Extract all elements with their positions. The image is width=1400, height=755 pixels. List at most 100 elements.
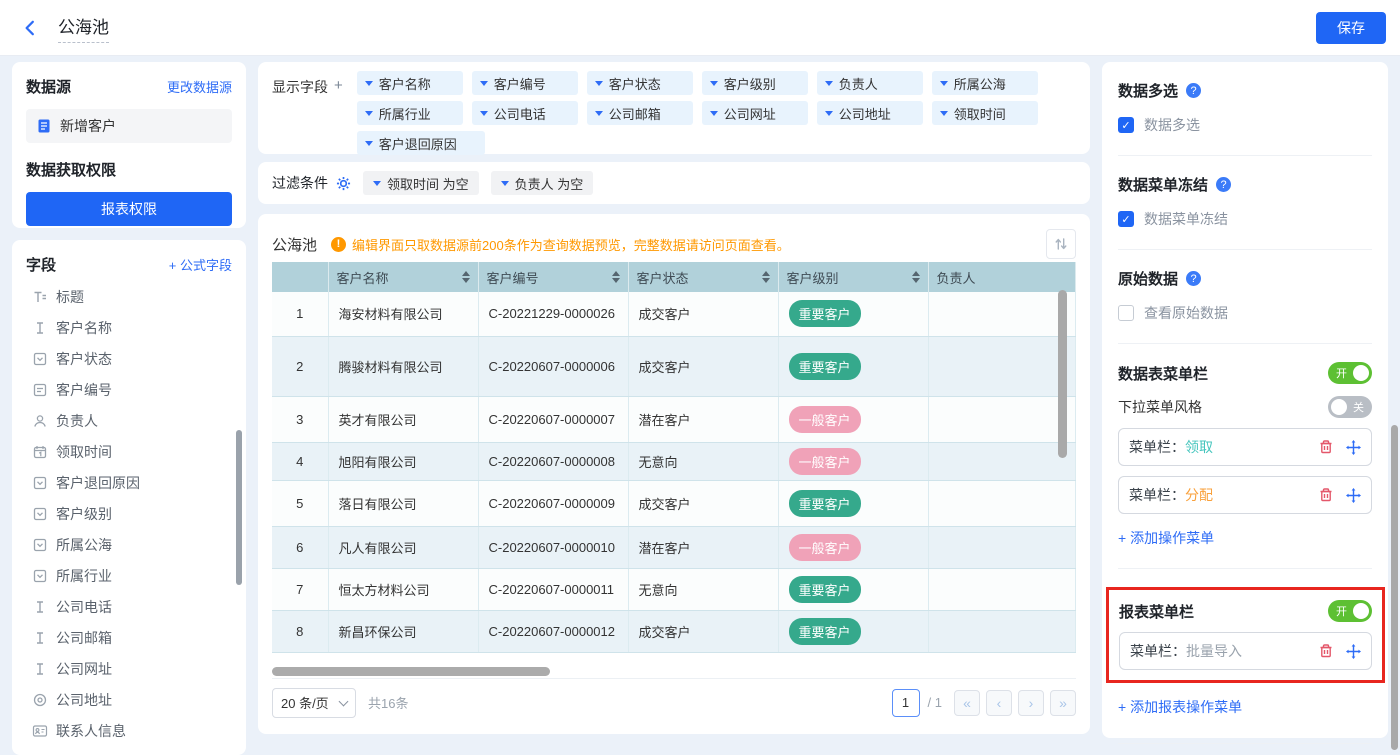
checkbox-unchecked[interactable] [1118,305,1134,321]
menu-item-assign[interactable]: 菜单栏： 分配 [1118,476,1372,514]
display-field-tag[interactable]: 公司网址 [702,101,808,125]
filter-tag-label: 负责人 为空 [515,174,584,193]
trash-icon[interactable] [1318,487,1334,503]
move-icon[interactable] [1346,644,1361,659]
table-row[interactable]: 4 旭阳有限公司 C-20220607-0000008 无意向 一般客户 [272,442,1076,480]
field-item-phone[interactable]: 公司电话 [26,591,232,622]
display-field-tag[interactable]: 公司电话 [472,101,578,125]
display-field-tag[interactable]: 客户编号 [472,71,578,95]
table-row[interactable]: 2 腾骏材料有限公司 C-20220607-0000006 成交客户 重要客户 [272,336,1076,396]
table-row[interactable]: 7 恒太方材料公司 C-20220607-0000011 无意向 重要客户 [272,568,1076,610]
change-datasource-link[interactable]: 更改数据源 [167,77,232,96]
table-menu-toggle[interactable]: 开 [1328,362,1372,384]
add-report-action-menu-link[interactable]: + 添加报表操作菜单 [1118,697,1372,717]
dropdown-style-toggle[interactable]: 关 [1328,396,1372,418]
level-badge: 一般客户 [789,406,861,433]
page-number-input[interactable]: 1 [892,689,920,717]
display-field-tag[interactable]: 所属公海 [932,71,1038,95]
checkbox-checked[interactable] [1118,117,1134,133]
field-item-customer-level[interactable]: 客户级别 [26,498,232,529]
window-scrollbar[interactable] [1391,425,1398,750]
display-field-tag[interactable]: 客户退回原因 [357,131,485,155]
field-item-email[interactable]: 公司邮箱 [26,622,232,653]
cell-customer-level: 重要客户 [778,292,928,336]
add-action-menu-link[interactable]: + 添加操作菜单 [1118,528,1372,548]
cell-customer-level: 一般客户 [778,526,928,568]
checkbox-checked[interactable] [1118,211,1134,227]
field-item-return-reason[interactable]: 客户退回原因 [26,467,232,498]
field-item-customer-name[interactable]: 客户名称 [26,312,232,343]
dropdown-style-label: 下拉菜单风格 [1118,397,1202,417]
cell-customer-code: C-20220607-0000012 [478,610,628,652]
sort-arrows-icon[interactable] [912,271,920,283]
field-item-customer-status[interactable]: 客户状态 [26,343,232,374]
tag-label: 客户名称 [379,74,431,93]
cell-customer-status: 无意向 [628,442,778,480]
multi-select-option[interactable]: 数据多选 [1118,115,1372,135]
menu-freeze-option[interactable]: 数据菜单冻结 [1118,209,1372,229]
menu-item-claim[interactable]: 菜单栏： 领取 [1118,428,1372,466]
field-item-claim-time[interactable]: 领取时间 [26,436,232,467]
menu-item-batch-import[interactable]: 菜单栏： 批量导入 [1119,632,1372,670]
cell-customer-status: 成交客户 [628,292,778,336]
display-field-tag[interactable]: 客户状态 [587,71,693,95]
prev-page-button[interactable]: ‹ [986,690,1012,716]
table-row[interactable]: 8 新昌环保公司 C-20220607-0000012 成交客户 重要客户 [272,610,1076,652]
display-field-tag[interactable]: 所属行业 [357,101,463,125]
add-display-field-button[interactable]: + [334,77,343,145]
display-field-tag[interactable]: 公司地址 [817,101,923,125]
next-page-button[interactable]: › [1018,690,1044,716]
table-row[interactable]: 1 海安材料有限公司 C-20221229-0000026 成交客户 重要客户 [272,292,1076,336]
trash-icon[interactable] [1318,643,1334,659]
save-button[interactable]: 保存 [1316,12,1386,44]
filter-tag[interactable]: 负责人 为空 [491,171,594,195]
table-vertical-scrollbar[interactable] [1058,290,1067,458]
datasource-item[interactable]: 新增客户 [26,109,232,143]
sort-arrows-icon[interactable] [762,271,770,283]
report-menu-toggle[interactable]: 开 [1328,600,1372,622]
field-item-contact-info[interactable]: 联系人信息 [26,715,232,746]
field-item-customer-code[interactable]: 客户编号 [26,374,232,405]
question-icon[interactable] [1186,83,1201,98]
display-field-tag[interactable]: 负责人 [817,71,923,95]
field-item-owner[interactable]: 负责人 [26,405,232,436]
field-item-title[interactable]: 标题 [26,281,232,312]
first-page-button[interactable]: « [954,690,980,716]
question-icon[interactable] [1186,271,1201,286]
table-horizontal-scrollbar[interactable] [272,667,550,676]
header-customer-code[interactable]: 客户编号 [478,262,628,292]
report-permission-button[interactable]: 报表权限 [26,192,232,226]
field-item-address[interactable]: 公司地址 [26,684,232,715]
table-row[interactable]: 6 凡人有限公司 C-20220607-0000010 潜在客户 一般客户 [272,526,1076,568]
move-icon[interactable] [1346,488,1361,503]
display-field-tag[interactable]: 客户名称 [357,71,463,95]
table-row[interactable]: 5 落日有限公司 C-20220607-0000009 成交客户 重要客户 [272,480,1076,526]
move-icon[interactable] [1346,440,1361,455]
field-label: 客户状态 [56,349,112,369]
gear-icon[interactable] [336,176,351,191]
raw-data-option[interactable]: 查看原始数据 [1118,303,1372,323]
trash-icon[interactable] [1318,439,1334,455]
sort-order-button[interactable] [1046,229,1076,259]
last-page-button[interactable]: » [1050,690,1076,716]
display-field-tag[interactable]: 领取时间 [932,101,1038,125]
add-formula-field-link[interactable]: + 公式字段 [169,255,232,274]
header-customer-level[interactable]: 客户级别 [778,262,928,292]
table-row[interactable]: 3 英才有限公司 C-20220607-0000007 潜在客户 一般客户 [272,396,1076,442]
question-icon[interactable] [1216,177,1231,192]
sort-arrows-icon[interactable] [612,271,620,283]
back-button[interactable] [16,14,44,42]
header-owner[interactable]: 负责人 [928,262,1076,292]
field-item-pool[interactable]: 所属公海 [26,529,232,560]
header-customer-name[interactable]: 客户名称 [328,262,478,292]
field-item-website[interactable]: 公司网址 [26,653,232,684]
filter-tag[interactable]: 领取时间 为空 [363,171,479,195]
display-field-tag[interactable]: 公司邮箱 [587,101,693,125]
display-field-tag[interactable]: 客户级别 [702,71,808,95]
field-item-industry[interactable]: 所属行业 [26,560,232,591]
sort-arrows-icon[interactable] [462,271,470,283]
row-index: 8 [272,610,328,652]
fields-scrollbar[interactable] [236,430,242,585]
page-size-select[interactable]: 20 条/页 [272,688,356,718]
header-customer-status[interactable]: 客户状态 [628,262,778,292]
